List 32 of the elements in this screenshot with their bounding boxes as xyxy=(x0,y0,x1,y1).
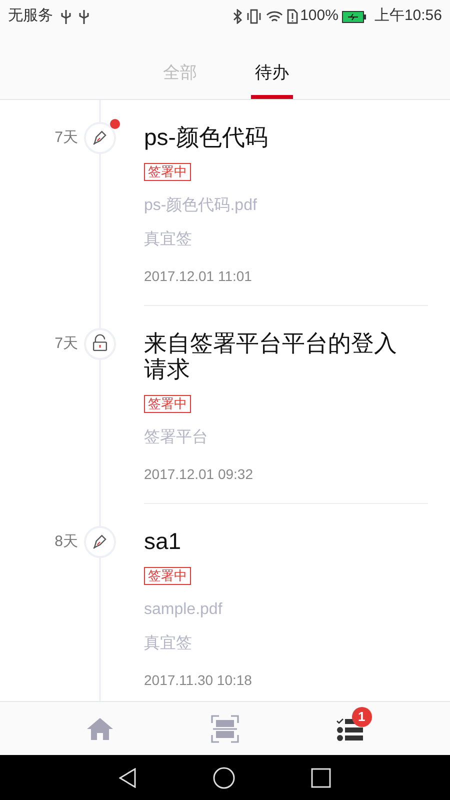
timestamp: 2017.12.01 11:01 xyxy=(144,266,253,286)
timestamp: 2017.12.01 09:32 xyxy=(144,464,254,484)
item-title[interactable]: ps-颜色代码 xyxy=(144,124,428,150)
usb-icon xyxy=(79,10,89,24)
bluetooth-icon xyxy=(233,9,242,24)
status-badge: 签署中 xyxy=(144,163,191,181)
sim-alert-icon xyxy=(287,9,298,24)
item-title[interactable]: 来自签署平台平台的登入请求 xyxy=(144,330,428,382)
battery-icon xyxy=(342,10,366,22)
usb-icon xyxy=(61,10,71,24)
back-icon[interactable] xyxy=(119,768,137,788)
timestamp: 2017.11.30 10:18 xyxy=(144,670,253,690)
wifi-icon xyxy=(266,10,284,24)
carrier-label: 无服务 xyxy=(8,6,53,26)
detail-text: 签署平台 xyxy=(144,428,209,448)
detail-text: 真宜签 xyxy=(144,634,193,654)
age-label: 7天 xyxy=(54,128,78,148)
tab[interactable]: 待办 xyxy=(251,60,293,99)
item-title[interactable]: sa1 xyxy=(144,528,428,554)
home-button-icon[interactable] xyxy=(213,766,235,788)
battery-percent: 100% xyxy=(300,6,338,26)
detail-text: sample.pdf xyxy=(144,600,224,620)
detail-text: ps-颜色代码.pdf xyxy=(144,196,258,216)
recent-apps-icon[interactable] xyxy=(311,768,331,788)
status-badge: 签署中 xyxy=(144,395,191,413)
age-label: 7天 xyxy=(54,334,78,354)
detail-text: 真宜签 xyxy=(144,230,193,250)
notification-badge: 1 xyxy=(352,706,372,726)
age-label: 8天 xyxy=(54,532,78,552)
clock-time: 上午10:56 xyxy=(374,6,442,26)
vibrate-icon xyxy=(246,9,262,24)
status-badge: 签署中 xyxy=(144,567,191,585)
